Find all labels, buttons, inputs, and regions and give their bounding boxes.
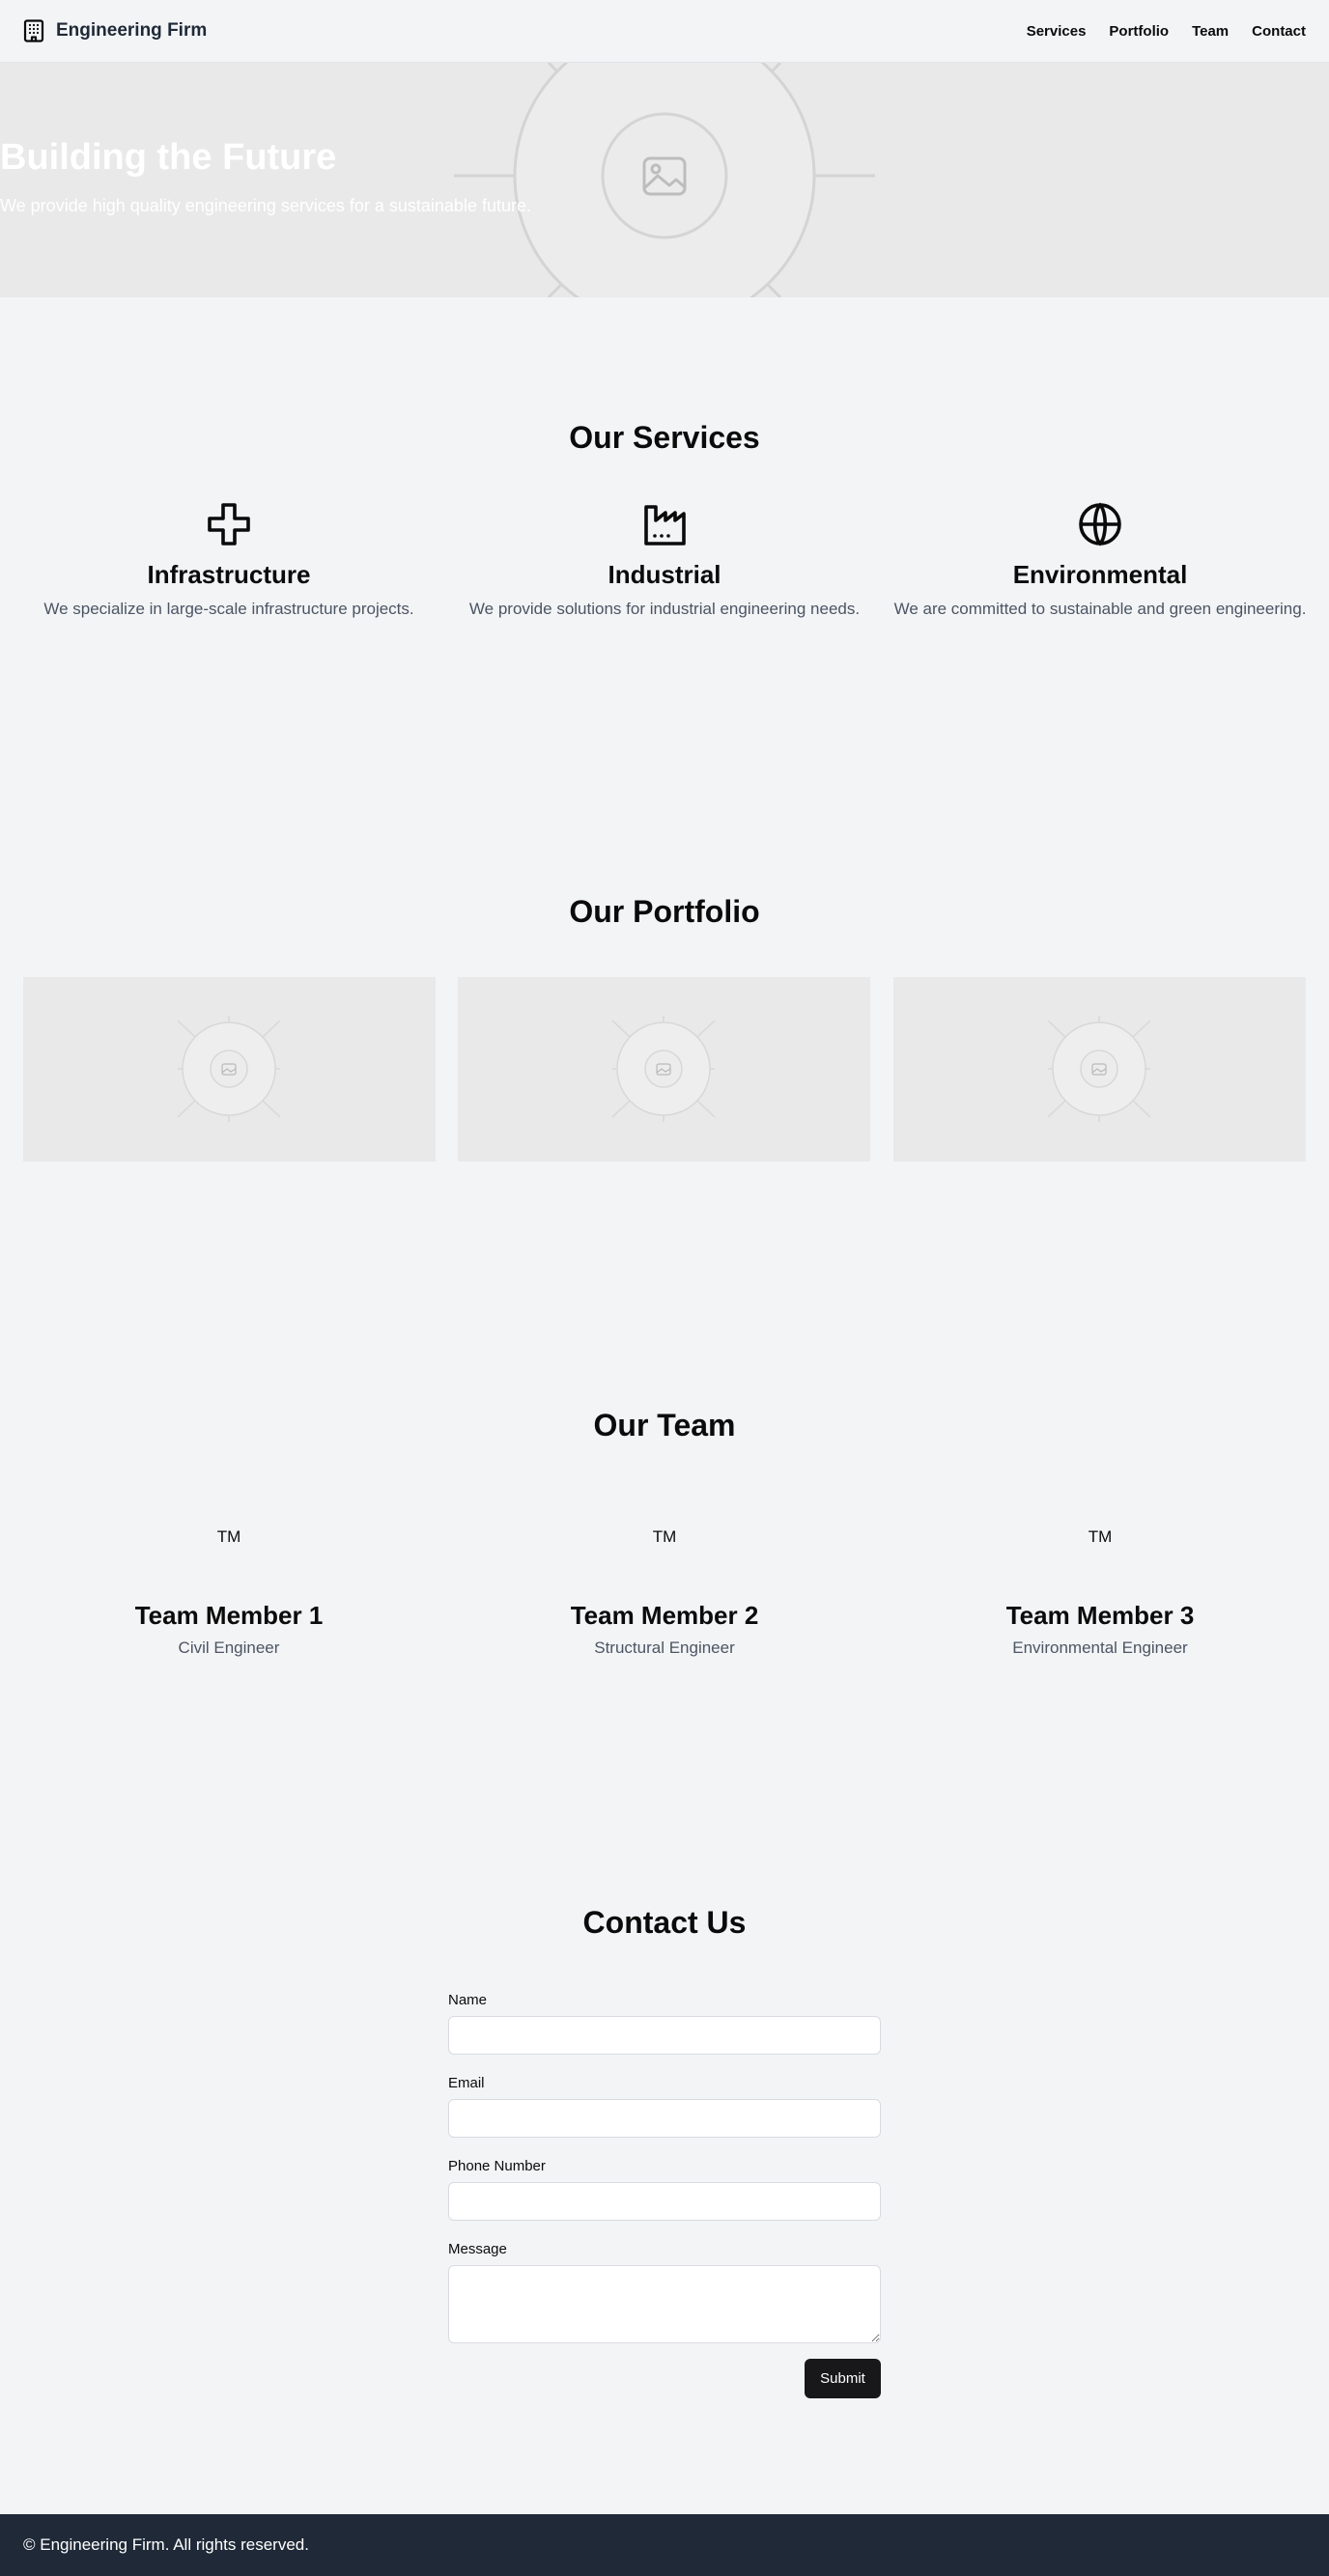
service-card: Environmental We are committed to sustai…	[883, 502, 1317, 621]
hero-subtitle: We provide high quality engineering serv…	[0, 196, 531, 215]
avatar: TM	[1088, 1527, 1113, 1546]
footer-copyright: © Engineering Firm. All rights reserved.	[23, 2535, 309, 2554]
hero-banner: Building the Future We provide high qual…	[0, 63, 1329, 297]
team-member-name: Team Member 2	[570, 1601, 759, 1630]
portfolio-item[interactable]	[893, 977, 1306, 1162]
team-member-role: Civil Engineer	[178, 1638, 280, 1657]
nav-portfolio[interactable]: Portfolio	[1109, 23, 1169, 40]
service-title: Infrastructure	[147, 560, 311, 589]
team-member-name: Team Member 3	[1005, 1601, 1195, 1630]
brand-name: Engineering Firm	[56, 20, 208, 41]
image-placeholder-icon	[611, 1016, 716, 1122]
site-footer: © Engineering Firm. All rights reserved.	[0, 2514, 1329, 2576]
globe-icon	[1079, 502, 1121, 546]
image-placeholder-icon	[177, 1016, 281, 1122]
services-title: Our Services	[569, 420, 760, 455]
name-field[interactable]	[448, 2016, 881, 2055]
site-header: Engineering Firm Services Portfolio Team…	[0, 0, 1329, 63]
service-title: Industrial	[608, 560, 721, 589]
service-description: We provide solutions for industrial engi…	[468, 600, 861, 618]
phone-field[interactable]	[448, 2182, 881, 2221]
team-member-name: Team Member 1	[134, 1601, 324, 1630]
message-label: Message	[448, 2241, 507, 2257]
portfolio-item[interactable]	[458, 977, 870, 1162]
plus-icon	[208, 503, 250, 546]
portfolio-title: Our Portfolio	[569, 894, 760, 929]
service-title: Environmental	[1012, 560, 1188, 589]
name-label: Name	[448, 1992, 488, 2008]
team-member-role: Environmental Engineer	[1012, 1638, 1188, 1657]
team-title: Our Team	[593, 1408, 736, 1442]
hero-image-placeholder	[454, 63, 875, 297]
portfolio-item[interactable]	[23, 977, 436, 1162]
team-member-card: TM Team Member 1 Civil Engineer	[12, 1527, 446, 1658]
service-card: Industrial We provide solutions for indu…	[447, 502, 882, 621]
avatar: TM	[652, 1527, 677, 1546]
nav-contact[interactable]: Contact	[1252, 23, 1306, 40]
building-icon	[23, 19, 44, 42]
nav-team[interactable]: Team	[1192, 23, 1229, 40]
team-member-card: TM Team Member 3 Environmental Engineer	[883, 1527, 1317, 1658]
brand-link[interactable]: Engineering Firm	[23, 19, 207, 42]
avatar: TM	[216, 1527, 241, 1546]
nav-services[interactable]: Services	[1027, 23, 1087, 40]
email-field[interactable]	[448, 2099, 881, 2138]
service-description: We are committed to sustainable and gree…	[893, 600, 1307, 618]
service-description: We specialize in large-scale infrastruct…	[43, 600, 414, 618]
factory-icon	[644, 505, 686, 546]
phone-label: Phone Number	[448, 2158, 546, 2174]
email-label: Email	[448, 2075, 485, 2091]
team-member-card: TM Team Member 2 Structural Engineer	[447, 1527, 882, 1658]
submit-button[interactable]: Submit	[805, 2359, 881, 2398]
contact-title: Contact Us	[582, 1905, 747, 1940]
hero-title: Building the Future	[0, 137, 337, 178]
service-card: Infrastructure We specialize in large-sc…	[12, 502, 446, 621]
main-nav: Services Portfolio Team Contact	[1027, 23, 1306, 40]
team-member-role: Structural Engineer	[594, 1638, 735, 1657]
contact-form: Name Email Phone Number Message Submit	[448, 1992, 881, 2398]
image-placeholder-icon	[1047, 1016, 1151, 1122]
message-field[interactable]	[448, 2265, 881, 2343]
